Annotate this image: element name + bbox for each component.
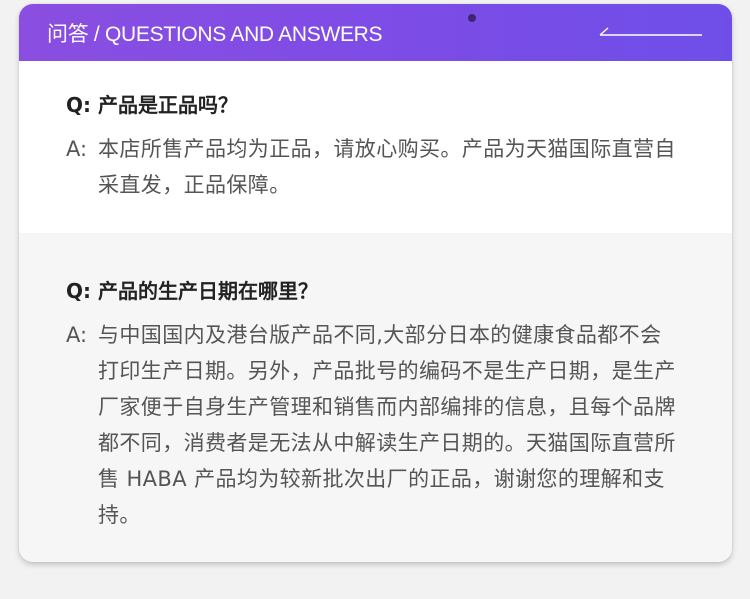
header-dot	[468, 14, 476, 22]
qa-header: 问答 / QUESTIONS AND ANSWERS	[19, 4, 732, 61]
question-text: Q: 产品的生产日期在哪里？	[66, 279, 318, 303]
header-title: 问答 / QUESTIONS AND ANSWERS	[47, 23, 383, 46]
qa-item: Q: 产品是正品吗？ A: 本店所售产品均为正品，请放心购买。产品为天猫国际直营…	[19, 61, 732, 233]
question-text: Q: 产品是正品吗？	[66, 93, 238, 117]
answer-text: 与中国国内及港台版产品不同,大部分日本的健康食品都不会打印生产日期。另外，产品批…	[98, 323, 676, 527]
answer-prefix: A:	[66, 323, 88, 347]
answer: A: 与中国国内及港台版产品不同,大部分日本的健康食品都不会打印生产日期。另外，…	[66, 317, 676, 533]
answer-prefix: A:	[66, 137, 88, 161]
answer: A: 本店所售产品均为正品，请放心购买。产品为天猫国际直营自采直发，正品保障。	[66, 131, 676, 203]
decorative-line-icon	[599, 27, 702, 36]
qa-card: 问答 / QUESTIONS AND ANSWERS Q: 产品是正品吗？ A:…	[19, 4, 732, 562]
answer-text: 本店所售产品均为正品，请放心购买。产品为天猫国际直营自采直发，正品保障。	[98, 137, 676, 197]
qa-item: Q: 产品的生产日期在哪里？ A: 与中国国内及港台版产品不同,大部分日本的健康…	[19, 233, 732, 562]
